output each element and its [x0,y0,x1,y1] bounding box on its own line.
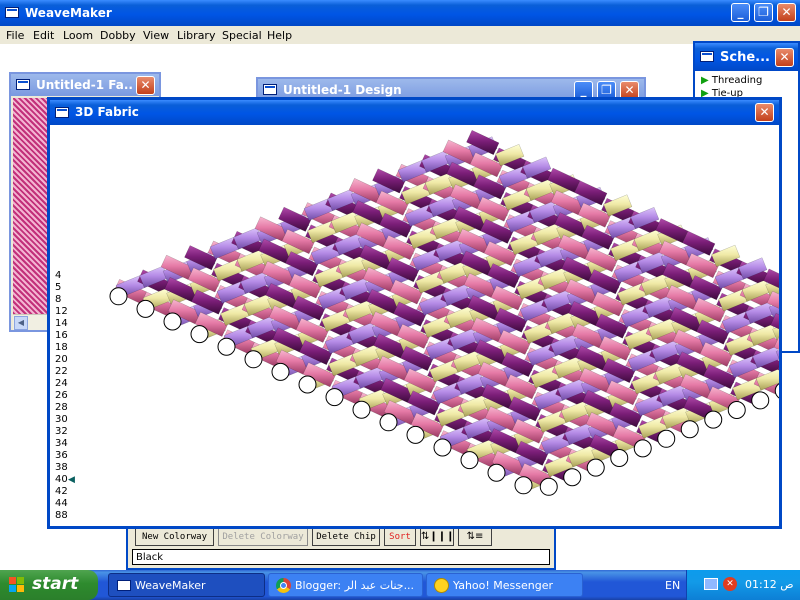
new-colorway-button[interactable]: New Colorway [135,528,214,546]
sort-button[interactable]: Sort [384,528,416,546]
language-indicator[interactable]: EN [665,579,680,592]
taskbar-item-blogger[interactable]: Blogger: جنات عبد الر... [268,573,423,597]
warp-thread-end [657,429,676,448]
fabric-window-titlebar[interactable]: Untitled-1 Fa... ✕ [11,74,159,96]
minimize-button[interactable]: _ [731,3,750,22]
weft-thread-end [244,350,263,369]
menu-bar: File Edit Loom Dobby View Library Specia… [0,26,800,44]
fabric-3d-window-titlebar[interactable]: 3D Fabric ✕ [50,100,779,125]
taskbar-item-label: WeaveMaker [135,579,206,592]
weft-thread-end [298,375,317,394]
warp-thread-end [727,401,746,419]
fabric-window-close-button[interactable]: ✕ [136,76,155,95]
app-titlebar[interactable]: WeaveMaker _ ❐ ✕ [0,0,800,26]
windows-logo-icon [9,577,26,593]
network-icon[interactable] [704,578,718,590]
warp-thread-end [751,391,770,410]
schemes-window-title: Sche... [720,50,770,65]
start-button[interactable]: start [0,570,98,600]
clock[interactable]: 01:12 ص [745,578,794,591]
menu-edit[interactable]: Edit [33,29,54,42]
weft-thread-end [109,287,128,306]
warp-thread-end [539,477,558,496]
weft-thread-end [352,400,371,419]
weft-thread-end [217,337,236,356]
colorways-toolbar: New Colorway Delete Colorway Delete Chip… [132,528,552,546]
warp-thread-end [610,449,629,467]
fabric-3d-window-close-button[interactable]: ✕ [755,103,774,122]
app-title: WeaveMaker [25,6,112,20]
fabric-3d-render[interactable] [50,125,782,525]
warp-thread-end [704,410,723,429]
taskbar-item-weavemaker[interactable]: WeaveMaker [108,573,265,597]
menu-view[interactable]: View [143,29,169,42]
design-window-title: Untitled-1 Design [283,83,402,97]
fabric-3d-window-title: 3D Fabric [75,105,139,119]
weft-thread-end [190,325,209,344]
taskbar-item-yahoo[interactable]: Yahoo! Messenger [426,573,583,597]
schemes-window-close-button[interactable]: ✕ [775,48,794,67]
colorway-name-field[interactable]: Black [132,549,550,565]
start-label: start [32,574,79,594]
menu-file[interactable]: File [6,29,24,42]
yahoo-smiley-icon [434,578,449,593]
menu-help[interactable]: Help [267,29,292,42]
schemes-window-icon [700,51,714,62]
close-button[interactable]: ✕ [777,3,796,22]
maximize-button[interactable]: ❐ [754,3,773,22]
weft-thread [780,364,782,386]
schemes-window-titlebar[interactable]: Sche... ✕ [695,43,798,71]
sort-lines-icon[interactable]: ⇅≡ [458,528,492,546]
system-tray: ✕ 01:12 ص [686,570,800,600]
menu-library[interactable]: Library [177,29,215,42]
warp-thread-end [633,439,652,458]
scheme-item-threading[interactable]: ▶ Threading [701,75,762,86]
weft-thread-end [460,451,479,470]
menu-dobby[interactable]: Dobby [100,29,136,42]
fabric-window-title: Untitled-1 Fa... [36,78,132,92]
taskbar-item-label: Blogger: جنات عبد الر... [295,579,415,592]
delete-colorway-button[interactable]: Delete Colorway [218,528,308,546]
warp-thread-end [563,468,582,487]
fabric-3d-window[interactable]: 3D Fabric ✕ 4 5 8 12 14 16 18 20 22 24 26 28 30 32 34 3… [47,97,782,529]
weft-thread-end [325,388,344,407]
scheme-item-label: Threading [711,75,763,86]
scroll-left-arrow-icon[interactable]: ◀ [14,316,28,330]
weft-thread-end [487,463,506,482]
weft-thread-end [514,476,533,495]
fabric-window-icon [16,79,30,90]
app-window-icon [5,7,19,18]
design-window-icon [263,84,277,95]
sort-bars-icon[interactable]: ⇅❙❙❙ [420,528,455,546]
delete-chip-button[interactable]: Delete Chip [312,528,380,546]
weft-thread-end [433,438,452,457]
weft-thread-end [163,312,182,331]
taskbar-item-label: Yahoo! Messenger [453,579,554,592]
weft-thread-end [379,413,398,432]
chrome-icon [276,578,291,593]
menu-loom[interactable]: Loom [63,29,93,42]
fabric-3d-window-icon [55,107,69,118]
window-icon [117,580,131,591]
weft-thread-end [406,425,425,444]
taskbar: start WeaveMaker Blogger: جنات عبد الر..… [0,570,800,600]
weft-thread-end [136,299,155,318]
warp-thread-end [586,458,605,477]
triangle-right-icon: ▶ [701,75,709,86]
warp-thread-end [680,420,699,439]
security-alert-icon[interactable]: ✕ [723,577,737,591]
menu-special[interactable]: Special [222,29,262,42]
weft-thread-end [271,362,290,381]
